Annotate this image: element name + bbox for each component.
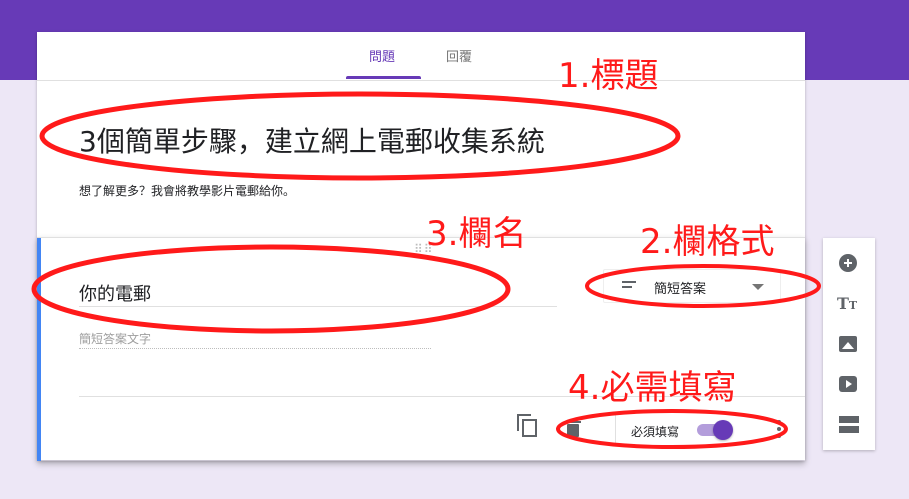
add-question-icon[interactable] xyxy=(837,252,861,276)
answer-underline xyxy=(79,348,431,349)
section-icon[interactable] xyxy=(837,412,861,436)
annotation-field-format: 2.欄格式 xyxy=(640,222,775,262)
required-label: 必須填寫 xyxy=(631,425,680,439)
active-tab-indicator xyxy=(346,76,421,79)
question-type-dropdown[interactable]: 簡短答案 xyxy=(603,269,781,303)
video-icon[interactable] xyxy=(837,372,861,396)
title-text-icon[interactable]: TT xyxy=(837,292,861,316)
form-title[interactable]: 3個簡單步驟，建立網上電郵收集系統 xyxy=(79,120,545,160)
active-question-indicator xyxy=(37,238,41,461)
side-toolbar: TT xyxy=(823,238,875,450)
question-title-underline xyxy=(79,306,557,307)
answer-placeholder: 簡短答案文字 xyxy=(79,332,152,346)
annotation-required: 4.必需填寫 xyxy=(568,368,737,408)
short-answer-icon xyxy=(622,281,636,291)
question-type-label: 簡短答案 xyxy=(654,282,707,297)
tab-responses[interactable]: 回覆 xyxy=(446,46,472,65)
annotation-title: 1.標題 xyxy=(558,56,659,96)
delete-icon[interactable] xyxy=(565,421,581,437)
tab-questions[interactable]: 問題 xyxy=(369,46,395,65)
image-icon[interactable] xyxy=(837,332,861,356)
question-title[interactable]: 你的電郵 xyxy=(79,280,151,306)
tab-bar: 問題 回覆 xyxy=(37,32,805,81)
question-card[interactable]: ⠿⠿ 你的電郵 簡短答案 簡短答案文字 必須填寫 xyxy=(37,237,805,461)
form-description[interactable]: 想了解更多？我會將教學影片電郵給你。 xyxy=(79,182,295,199)
dropdown-caret-icon xyxy=(752,284,764,290)
required-toggle[interactable] xyxy=(695,420,733,440)
toggle-thumb xyxy=(713,420,733,440)
annotation-field-name: 3.欄名 xyxy=(426,214,527,254)
copy-icon[interactable] xyxy=(517,414,537,437)
more-vert-icon[interactable] xyxy=(777,420,781,438)
footer-divider xyxy=(615,414,616,444)
